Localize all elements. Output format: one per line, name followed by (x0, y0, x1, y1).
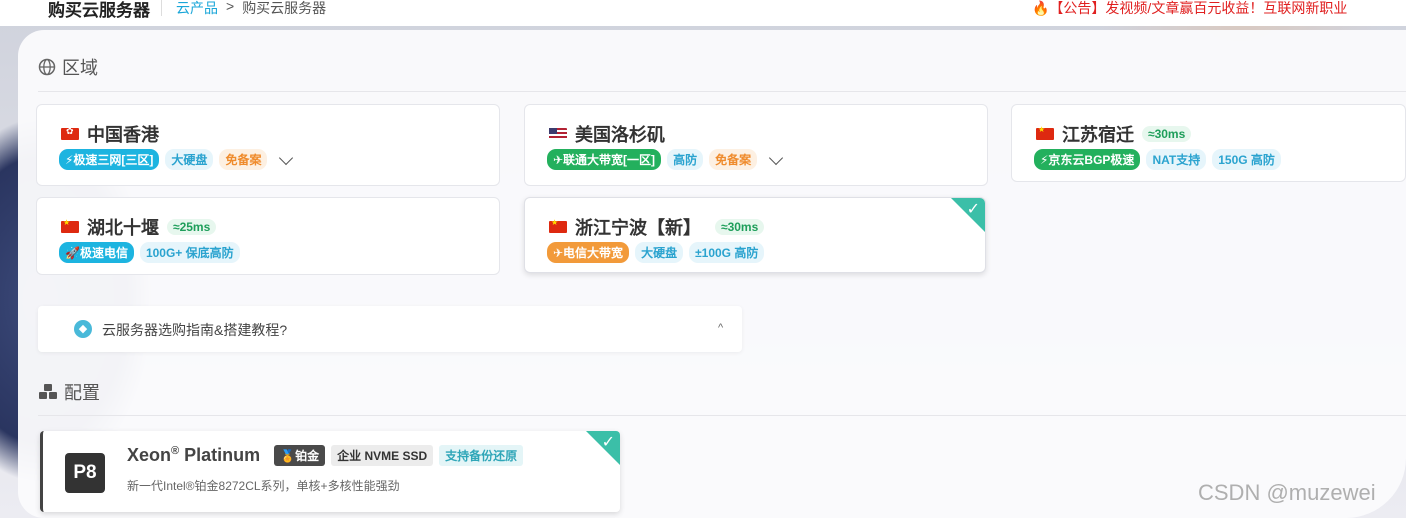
region-tag: ✈电信大带宽 (547, 242, 630, 263)
region-tag: 免备案 (709, 149, 758, 170)
region-tag: 大硬盘 (165, 149, 214, 170)
region-tag: ⚡极速三网[三区] (59, 149, 160, 170)
registered-mark: ® (171, 445, 180, 457)
china-flag-icon (549, 218, 567, 233)
buying-guide-bar[interactable]: ◆ 云服务器选购指南&搭建教程? ^ (38, 306, 742, 352)
region-name-label: 浙江宁波【新】 (575, 218, 701, 238)
region-tag: ±100G 高防 (689, 242, 765, 263)
latency-badge: ≈30ms (715, 219, 765, 235)
region-tags: ⚡极速三网[三区] 大硬盘 免备案 (59, 149, 294, 170)
config-tag: 🏅铂金 (274, 445, 326, 466)
top-bar: 购买云服务器 云产品 > 购买云服务器 🔥【公告】发视频/文章赢百元收益！互联网… (0, 0, 1406, 26)
config-tag: 支持备份还原 (439, 445, 524, 466)
latency-badge: ≈30ms (1142, 126, 1192, 142)
config-heading: 配置 (38, 379, 100, 405)
breadcrumb-separator: > (226, 0, 235, 14)
region-tags: 🚀极速电信 100G+ 保底高防 (59, 242, 240, 263)
config-title-rest: Platinum (184, 445, 261, 465)
config-badge: P8 (65, 453, 105, 493)
region-name: 江苏宿迁 ≈30ms (1036, 121, 1192, 147)
region-name-label: 美国洛杉矶 (575, 125, 665, 145)
buying-guide-text: 云服务器选购指南&搭建教程? (102, 322, 288, 338)
breadcrumb: 云产品 > 购买云服务器 (176, 0, 326, 18)
region-heading-label: 区域 (62, 58, 98, 78)
config-title-main: Xeon (127, 445, 172, 465)
chevron-down-icon[interactable] (769, 150, 784, 165)
region-tag: 🚀极速电信 (59, 242, 134, 263)
config-description: 新一代Intel®铂金8272CL系列，单核+多核性能强劲 (127, 479, 400, 493)
globe-icon (38, 58, 56, 76)
region-tag: NAT支持 (1146, 149, 1207, 170)
cubes-icon (39, 384, 57, 399)
region-tags: ⚡京东云BGP极速 NAT支持 150G 高防 (1034, 149, 1281, 170)
region-card-hongkong[interactable]: 中国香港 ⚡极速三网[三区] 大硬盘 免备案 (36, 104, 500, 186)
checkmark-icon: ✓ (601, 434, 615, 451)
region-name: 湖北十堰 ≈25ms (61, 214, 217, 240)
title-divider (161, 0, 162, 16)
region-tag: 免备案 (219, 149, 268, 170)
china-flag-icon (61, 218, 79, 233)
watermark: CSDN @muzewei (1198, 480, 1376, 505)
region-tag: 150G 高防 (1212, 149, 1281, 170)
config-heading-label: 配置 (64, 383, 100, 403)
region-card-suqian[interactable]: 江苏宿迁 ≈30ms ⚡京东云BGP极速 NAT支持 150G 高防 (1011, 104, 1406, 182)
chevron-down-icon[interactable] (279, 150, 294, 165)
region-tag: ⚡京东云BGP极速 (1034, 149, 1141, 170)
chevron-up-icon[interactable]: ^ (718, 322, 723, 334)
breadcrumb-current: 购买云服务器 (242, 0, 327, 16)
config-title: Xeon® Platinum 🏅铂金 企业 NVME SSD 支持备份还原 (127, 445, 524, 466)
config-tags: 🏅铂金 企业 NVME SSD 支持备份还原 (274, 445, 524, 466)
config-card-p8[interactable]: P8 Xeon® Platinum 🏅铂金 企业 NVME SSD 支持备份还原… (40, 431, 620, 512)
page-title: 购买云服务器 (48, 1, 150, 20)
region-name-label: 湖北十堰 (87, 218, 159, 238)
region-tag: 高防 (667, 149, 704, 170)
region-name-label: 江苏宿迁 (1062, 125, 1134, 145)
usa-flag-icon (549, 128, 567, 140)
region-card-shiyan[interactable]: 湖北十堰 ≈25ms 🚀极速电信 100G+ 保底高防 (36, 197, 500, 275)
hongkong-flag-icon (61, 126, 79, 140)
region-name: 中国香港 (61, 121, 159, 147)
announcement-link[interactable]: 🔥【公告】发视频/文章赢百元收益！互联网新职业 (1032, 0, 1347, 18)
region-tag: 大硬盘 (635, 242, 684, 263)
china-flag-icon (1036, 125, 1054, 140)
region-tag: 100G+ 保底高防 (139, 242, 240, 263)
region-card-losangeles[interactable]: 美国洛杉矶 ✈联通大带宽[一区] 高防 免备案 (524, 104, 988, 186)
region-card-ningbo[interactable]: 浙江宁波【新】 ≈30ms ✈电信大带宽 大硬盘 ±100G 高防 ✓ (524, 197, 986, 273)
region-tag: ✈联通大带宽[一区] (547, 149, 662, 170)
region-tags: ✈联通大带宽[一区] 高防 免备案 (547, 149, 784, 170)
checkmark-icon: ✓ (966, 201, 980, 218)
breadcrumb-cloud-products[interactable]: 云产品 (176, 0, 218, 18)
region-tags: ✈电信大带宽 大硬盘 ±100G 高防 (547, 242, 765, 263)
compass-icon: ◆ (74, 320, 92, 338)
region-name: 浙江宁波【新】 ≈30ms (549, 214, 765, 240)
region-name: 美国洛杉矶 (549, 121, 665, 147)
region-divider (38, 91, 1406, 92)
region-heading: 区域 (38, 54, 98, 80)
config-tag: 企业 NVME SSD (331, 445, 434, 466)
main-panel: 区域 中国香港 ⚡极速三网[三区] 大硬盘 免备案 美国洛杉矶 ✈联通大带宽[一… (18, 30, 1406, 518)
latency-badge: ≈25ms (167, 219, 217, 235)
config-divider (38, 415, 1406, 416)
region-name-label: 中国香港 (87, 125, 159, 145)
